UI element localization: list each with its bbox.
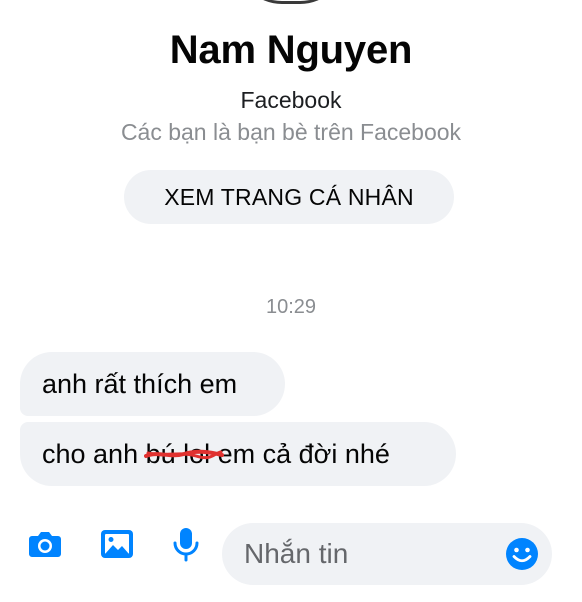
message-bubble[interactable]: anh rất thích em — [20, 352, 285, 416]
image-icon — [101, 530, 133, 558]
message-input[interactable] — [222, 523, 552, 585]
message-bubble[interactable]: cho anh bú lol em cả đời nhé — [20, 422, 456, 486]
friendship-status: Các bạn là bạn bè trên Facebook — [120, 119, 462, 145]
message-timestamp: 10:29 — [265, 296, 317, 318]
redacted-word: bú lol — [143, 422, 224, 486]
emoji-button[interactable] — [504, 536, 540, 572]
message-text-prefix: cho anh — [42, 439, 146, 469]
profile-name: Nam Nguyen — [169, 28, 413, 72]
camera-icon — [29, 532, 61, 557]
voice-button[interactable] — [166, 524, 206, 564]
gallery-button[interactable] — [97, 524, 137, 564]
profile-avatar[interactable] — [236, 0, 346, 4]
emoji-icon — [506, 538, 538, 570]
microphone-icon — [173, 528, 199, 562]
camera-button[interactable] — [25, 524, 65, 564]
view-profile-button[interactable]: XEM TRANG CÁ NHÂN — [124, 170, 454, 224]
profile-platform: Facebook — [240, 87, 342, 113]
message-text-suffix: em cả đời nhé — [210, 439, 390, 469]
redacted-word-text: bú lol — [145, 439, 211, 469]
message-text: anh rất thích em — [42, 369, 238, 399]
